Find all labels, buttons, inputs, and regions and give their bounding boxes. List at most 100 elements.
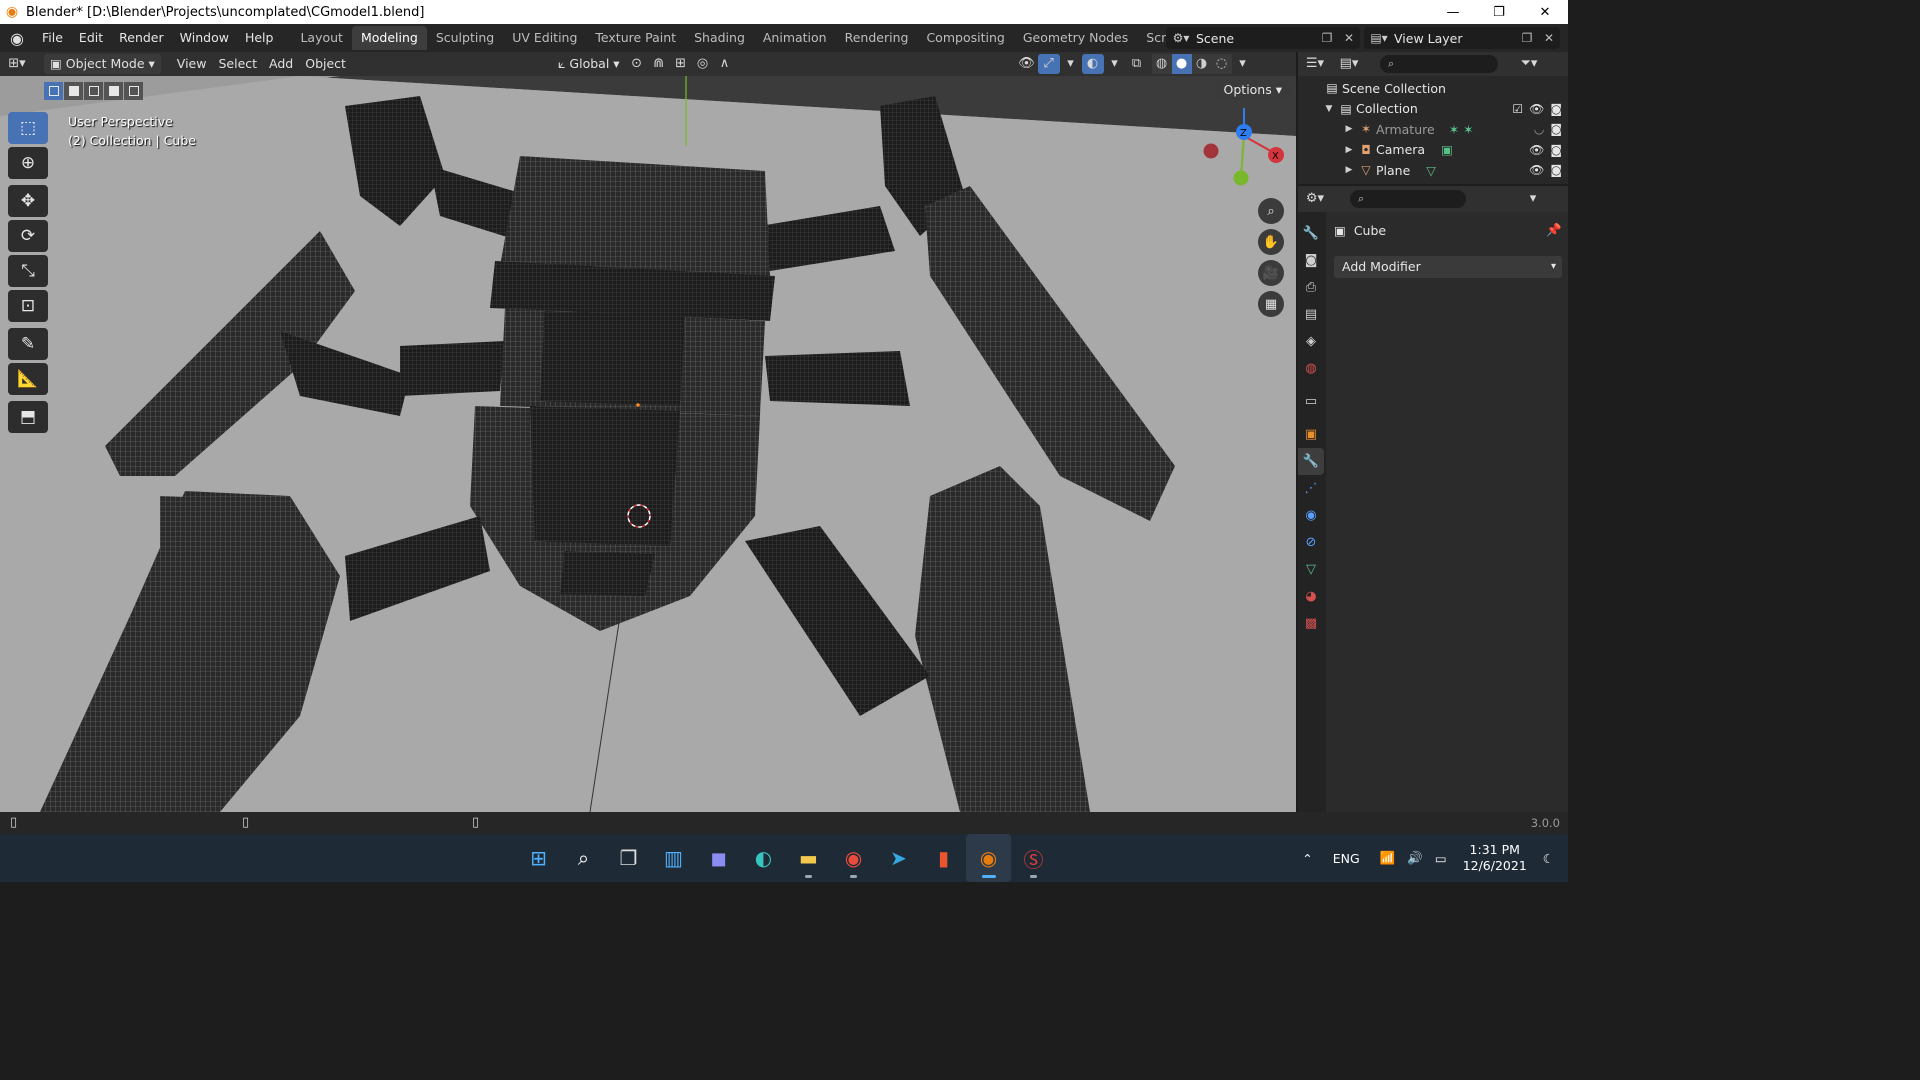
widgets-icon[interactable]: ▥: [651, 834, 696, 882]
scene-tab-icon[interactable]: ◈: [1298, 328, 1324, 355]
pin-icon[interactable]: 📌: [1546, 222, 1562, 238]
camera-view-icon[interactable]: 🎥: [1258, 260, 1284, 286]
cursor-tool[interactable]: ⊕: [8, 147, 48, 179]
menu-render[interactable]: Render: [111, 27, 172, 49]
falloff-icon[interactable]: ∧: [714, 54, 736, 74]
menu-object[interactable]: Object: [299, 54, 352, 74]
menu-help[interactable]: Help: [237, 27, 282, 49]
eye-icon[interactable]: 👁: [1529, 163, 1544, 177]
new-scene-icon[interactable]: ❐: [1316, 31, 1338, 45]
new-view-layer-icon[interactable]: ❐: [1516, 31, 1538, 45]
3d-viewport[interactable]: Z X Options ▾ ‹ User Perspective (2) Col…: [0, 76, 1296, 812]
menu-window[interactable]: Window: [172, 27, 237, 49]
delete-view-layer-icon[interactable]: ✕: [1538, 31, 1560, 45]
tab-layout[interactable]: Layout: [291, 26, 352, 50]
select-box-tool[interactable]: ⬚: [8, 112, 48, 144]
properties-editor-icon[interactable]: ⚙▾: [1298, 189, 1332, 209]
start-icon[interactable]: ⊞: [516, 834, 561, 882]
tool-tab-icon[interactable]: 🔧: [1298, 220, 1324, 247]
select-intersect-icon[interactable]: [124, 82, 143, 100]
scale-tool[interactable]: ⤡: [8, 255, 48, 287]
move-tool[interactable]: ✥: [8, 185, 48, 217]
maximize-button[interactable]: ❐: [1476, 0, 1522, 24]
view-layer-selector[interactable]: ▤▾ View Layer ❐ ✕: [1364, 27, 1560, 49]
render-tab-icon[interactable]: ◙: [1298, 247, 1324, 274]
collection-tab-icon[interactable]: ▭: [1298, 388, 1324, 415]
tab-uv-editing[interactable]: UV Editing: [503, 26, 586, 50]
data-tab-icon[interactable]: ▽: [1298, 556, 1324, 583]
outliner-editor-icon[interactable]: ☰▾: [1298, 54, 1332, 74]
pivot-point-icon[interactable]: ⊙: [626, 54, 648, 74]
edge-icon[interactable]: ◐: [741, 834, 786, 882]
wireframe-shading-icon[interactable]: ◍: [1151, 54, 1172, 74]
outliner-search-input[interactable]: ⌕: [1380, 55, 1498, 73]
chrome-icon[interactable]: ◉: [831, 834, 876, 882]
outliner-row-scene-collection[interactable]: ▤ Scene Collection: [1298, 78, 1568, 99]
task-view-icon[interactable]: ❐: [606, 834, 651, 882]
ortho-grid-icon[interactable]: ▦: [1258, 291, 1284, 317]
gizmo-neg-x-axis[interactable]: [1203, 143, 1219, 159]
outliner-row-plane[interactable]: ▶ ▽ Plane ▽ 👁 ◙: [1298, 160, 1568, 181]
menu-edit[interactable]: Edit: [71, 27, 111, 49]
gizmo-y-axis[interactable]: [1233, 170, 1249, 186]
outliner-row-camera[interactable]: ▶ ◘ Camera ▣ 👁 ◙: [1298, 140, 1568, 161]
modifier-tab-icon[interactable]: 🔧: [1298, 448, 1324, 475]
annotate-tool[interactable]: ✎: [8, 328, 48, 360]
clock[interactable]: 1:31 PM 12/6/2021: [1463, 842, 1527, 874]
wifi-icon[interactable]: 📶: [1380, 850, 1396, 866]
display-mode-icon[interactable]: ▤▾: [1332, 54, 1366, 74]
pan-hand-icon[interactable]: ✋: [1258, 229, 1284, 255]
search-icon[interactable]: ⌕: [561, 834, 606, 882]
menu-file[interactable]: File: [34, 27, 71, 49]
telegram-icon[interactable]: ➤: [876, 834, 921, 882]
physics-tab-icon[interactable]: ◉: [1298, 502, 1324, 529]
mode-dropdown[interactable]: ▣ Object Mode ▾: [44, 54, 161, 74]
select-extend-icon[interactable]: [64, 82, 83, 100]
substance-icon[interactable]: Ⓢ: [1011, 834, 1056, 882]
notification-moon-icon[interactable]: ☾: [1543, 851, 1554, 866]
output-tab-icon[interactable]: ⎙: [1298, 274, 1324, 301]
world-tab-icon[interactable]: ◍: [1298, 355, 1324, 382]
blender-menu-icon[interactable]: ◉: [0, 29, 34, 48]
file-explorer-icon[interactable]: ▬: [786, 834, 831, 882]
tab-shading[interactable]: Shading: [685, 26, 754, 50]
transform-orientation-dropdown[interactable]: ⟀ Global ▾: [552, 54, 626, 74]
eye-icon[interactable]: 👁: [1529, 143, 1544, 157]
minimize-button[interactable]: —: [1430, 0, 1476, 24]
expand-arrow-icon[interactable]: ▶: [1342, 124, 1356, 134]
options-dropdown[interactable]: Options ▾: [1215, 80, 1290, 100]
measure-tool[interactable]: 📐: [8, 363, 48, 395]
rendered-shading-icon[interactable]: ◌: [1211, 54, 1232, 74]
blender-taskbar-icon[interactable]: ◉: [966, 834, 1011, 882]
expand-arrow-icon[interactable]: ▶: [1342, 145, 1356, 155]
tab-geometry-nodes[interactable]: Geometry Nodes: [1014, 26, 1137, 50]
tab-modeling[interactable]: Modeling: [351, 26, 427, 50]
view-layer-name[interactable]: View Layer: [1394, 31, 1516, 46]
properties-search-input[interactable]: ⌕: [1350, 190, 1466, 208]
material-tab-icon[interactable]: ◕: [1298, 583, 1324, 610]
solid-shading-icon[interactable]: ●: [1171, 54, 1192, 74]
material-shading-icon[interactable]: ◑: [1191, 54, 1212, 74]
overlays-icon[interactable]: ◐: [1081, 54, 1104, 74]
rotate-tool[interactable]: ⟳: [8, 220, 48, 252]
constraints-tab-icon[interactable]: ⊘: [1298, 529, 1324, 556]
shading-dropdown-icon[interactable]: ▾: [1232, 54, 1254, 74]
filter-icon[interactable]: ⏷▾: [1512, 54, 1546, 74]
eye-icon[interactable]: 👁: [1529, 102, 1544, 116]
add-cube-tool[interactable]: ⬒: [8, 401, 48, 433]
add-modifier-dropdown[interactable]: Add Modifier ▾: [1334, 256, 1562, 278]
menu-select[interactable]: Select: [212, 54, 263, 74]
transform-tool[interactable]: ⊡: [8, 290, 48, 322]
view-layer-tab-icon[interactable]: ▤: [1298, 301, 1324, 328]
menu-view[interactable]: View: [171, 54, 213, 74]
gizmo-icon[interactable]: ⤢: [1037, 54, 1060, 74]
expand-arrow-icon[interactable]: ▶: [1342, 165, 1356, 175]
render-camera-icon[interactable]: ◙: [1550, 143, 1562, 157]
select-new-icon[interactable]: [44, 82, 63, 100]
office-icon[interactable]: ▮: [921, 834, 966, 882]
particles-tab-icon[interactable]: ⋰: [1298, 475, 1324, 502]
visibility-icon[interactable]: 👁: [1016, 54, 1038, 74]
tab-sculpting[interactable]: Sculpting: [427, 26, 503, 50]
menu-add[interactable]: Add: [263, 54, 299, 74]
gizmo-dropdown-icon[interactable]: ▾: [1060, 54, 1082, 74]
